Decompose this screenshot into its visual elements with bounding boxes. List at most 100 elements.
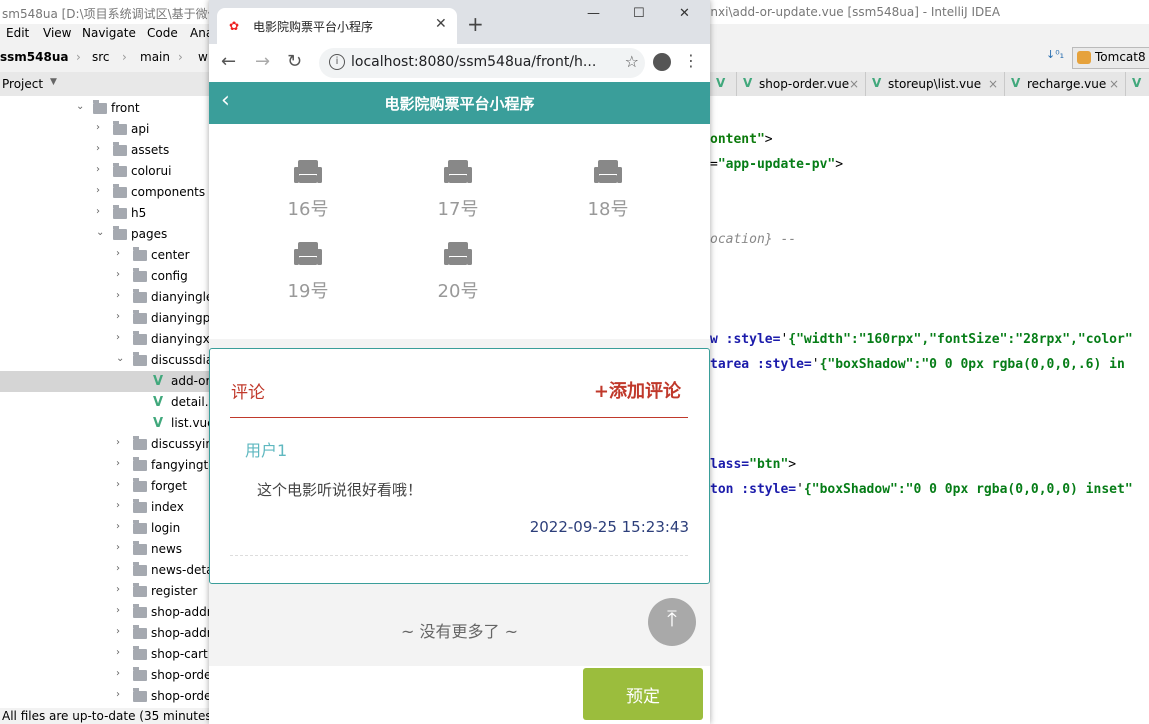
- app-content[interactable]: 13号14号15号16号17号18号19号20号 评论 +添加评论 用户1 这个…: [209, 124, 710, 666]
- tree-item[interactable]: › config: [0, 266, 210, 287]
- tree-item[interactable]: Vdetail.vue: [0, 392, 210, 413]
- chevron-right-icon[interactable]: ›: [96, 164, 106, 175]
- close-icon[interactable]: ×: [988, 77, 998, 91]
- vue-file-icon: V: [153, 395, 164, 410]
- sort-icon[interactable]: ↓⁰₁: [1046, 48, 1064, 61]
- maximize-icon[interactable]: ☐: [633, 6, 645, 21]
- chevron-right-icon[interactable]: ›: [96, 206, 106, 217]
- forward-arrow-icon[interactable]: →: [255, 51, 270, 72]
- chevron-right-icon[interactable]: ›: [116, 563, 126, 574]
- add-comment-button[interactable]: +添加评论: [594, 377, 681, 403]
- tree-item[interactable]: › register: [0, 581, 210, 602]
- tree-item[interactable]: › colorui: [0, 161, 210, 182]
- tree-item[interactable]: › assets: [0, 140, 210, 161]
- tree-item[interactable]: › login: [0, 518, 210, 539]
- chevron-right-icon[interactable]: ›: [116, 542, 126, 553]
- chevron-right-icon[interactable]: ›: [116, 626, 126, 637]
- book-button[interactable]: 预定: [583, 668, 703, 720]
- chevron-down-icon[interactable]: ⌄: [76, 101, 86, 112]
- editor-tab-storeup-list[interactable]: V storeup\list.vue ×: [866, 72, 1005, 96]
- minimize-icon[interactable]: —: [587, 6, 600, 21]
- seat[interactable]: 16号: [278, 157, 338, 220]
- chevron-right-icon[interactable]: ›: [116, 248, 126, 259]
- breadcrumb-src[interactable]: src: [92, 50, 110, 64]
- menu-code[interactable]: Code: [147, 26, 178, 40]
- chevron-right-icon[interactable]: ›: [116, 332, 126, 343]
- tree-item[interactable]: › shop-address: [0, 623, 210, 644]
- url-bar[interactable]: i localhost:8080/ssm548ua/front/h... ☆: [319, 48, 645, 78]
- chevron-right-icon[interactable]: ›: [116, 668, 126, 679]
- seat[interactable]: 19号: [278, 239, 338, 302]
- editor-tab-shop-order[interactable]: V shop-order.vue ×: [737, 72, 866, 96]
- reload-icon[interactable]: ↻: [287, 51, 302, 72]
- chevron-right-icon[interactable]: ›: [116, 605, 126, 616]
- tree-item[interactable]: › dianyingxinxi: [0, 329, 210, 350]
- chevron-right-icon[interactable]: ›: [116, 437, 126, 448]
- chevron-right-icon[interactable]: ›: [116, 689, 126, 700]
- tree-item[interactable]: › fangyingting: [0, 455, 210, 476]
- tree-item[interactable]: › api: [0, 119, 210, 140]
- seat[interactable]: 18号: [578, 157, 638, 220]
- tree-item[interactable]: › dianyingleixin: [0, 287, 210, 308]
- chevron-right-icon[interactable]: ›: [96, 122, 106, 133]
- tree-item[interactable]: Vlist.vue: [0, 413, 210, 434]
- close-icon[interactable]: ✕: [679, 6, 690, 21]
- close-icon[interactable]: ×: [849, 77, 859, 91]
- tree-item[interactable]: › discussyingyu: [0, 434, 210, 455]
- tree-item[interactable]: › components: [0, 182, 210, 203]
- editor-tab-recharge[interactable]: V recharge.vue ×: [1005, 72, 1126, 96]
- editor-tab-partial[interactable]: V: [710, 72, 737, 96]
- chevron-right-icon[interactable]: ›: [116, 647, 126, 658]
- tree-item[interactable]: › dianyingpingji: [0, 308, 210, 329]
- browser-tab[interactable]: ✿ 电影院购票平台小程序 ✕: [217, 8, 457, 44]
- chevron-right-icon[interactable]: ›: [116, 521, 126, 532]
- breadcrumb-project[interactable]: ssm548ua: [0, 50, 68, 64]
- chevron-right-icon[interactable]: ›: [116, 479, 126, 490]
- chevron-down-icon[interactable]: ▼: [50, 77, 57, 87]
- chevron-right-icon[interactable]: ›: [116, 290, 126, 301]
- tree-item[interactable]: › shop-cart: [0, 644, 210, 665]
- account-icon[interactable]: [653, 53, 671, 71]
- chevron-right-icon[interactable]: ›: [96, 185, 106, 196]
- tree-item[interactable]: ⌄ discussdianyi: [0, 350, 210, 371]
- menu-view[interactable]: View: [43, 26, 71, 40]
- tree-item[interactable]: › forget: [0, 476, 210, 497]
- tree-item[interactable]: › shop-address: [0, 602, 210, 623]
- menu-edit[interactable]: Edit: [6, 26, 29, 40]
- chevron-right-icon[interactable]: ›: [116, 269, 126, 280]
- editor-tab-active-partial[interactable]: V: [1126, 72, 1149, 96]
- tree-item[interactable]: › index: [0, 497, 210, 518]
- chevron-right-icon[interactable]: ›: [116, 584, 126, 595]
- seat[interactable]: 20号: [428, 239, 488, 302]
- more-vert-icon[interactable]: ⋮: [683, 51, 699, 70]
- chevron-right-icon[interactable]: ›: [116, 500, 126, 511]
- info-icon[interactable]: i: [329, 54, 345, 70]
- chevron-down-icon[interactable]: ⌄: [96, 227, 106, 238]
- tree-item[interactable]: ⌄ front: [0, 98, 210, 119]
- tree-item[interactable]: › news: [0, 539, 210, 560]
- back-arrow-icon[interactable]: ←: [221, 51, 236, 72]
- tree-item[interactable]: ⌄ pages: [0, 224, 210, 245]
- chevron-right-icon[interactable]: ›: [116, 311, 126, 322]
- star-icon[interactable]: ☆: [625, 52, 639, 71]
- tree-item[interactable]: › h5: [0, 203, 210, 224]
- plus-icon[interactable]: +: [467, 12, 484, 36]
- tree-item[interactable]: › shop-order: [0, 665, 210, 686]
- project-panel-label[interactable]: Project: [2, 77, 43, 91]
- close-icon[interactable]: ×: [1109, 77, 1119, 91]
- chevron-down-icon[interactable]: ⌄: [116, 353, 126, 364]
- code-editor[interactable]: ontent"> ="app-update-pv"> ocation} -- w :s…: [710, 96, 1149, 724]
- breadcrumb-main[interactable]: main: [140, 50, 170, 64]
- back-to-top-button[interactable]: ⤒: [648, 598, 696, 646]
- run-config-selector[interactable]: Tomcat8: [1072, 47, 1149, 69]
- tree-item[interactable]: › news-detail: [0, 560, 210, 581]
- menu-navigate[interactable]: Navigate: [82, 26, 136, 40]
- chevron-right-icon[interactable]: ›: [116, 458, 126, 469]
- tree-item[interactable]: Vadd-or-up: [0, 371, 210, 392]
- close-icon[interactable]: ✕: [435, 16, 447, 32]
- seat[interactable]: 17号: [428, 157, 488, 220]
- chevron-right-icon[interactable]: ›: [96, 143, 106, 154]
- breadcrumb-w[interactable]: w: [198, 50, 208, 64]
- tree-item[interactable]: › center: [0, 245, 210, 266]
- tree-item[interactable]: › shop-order-c: [0, 686, 210, 707]
